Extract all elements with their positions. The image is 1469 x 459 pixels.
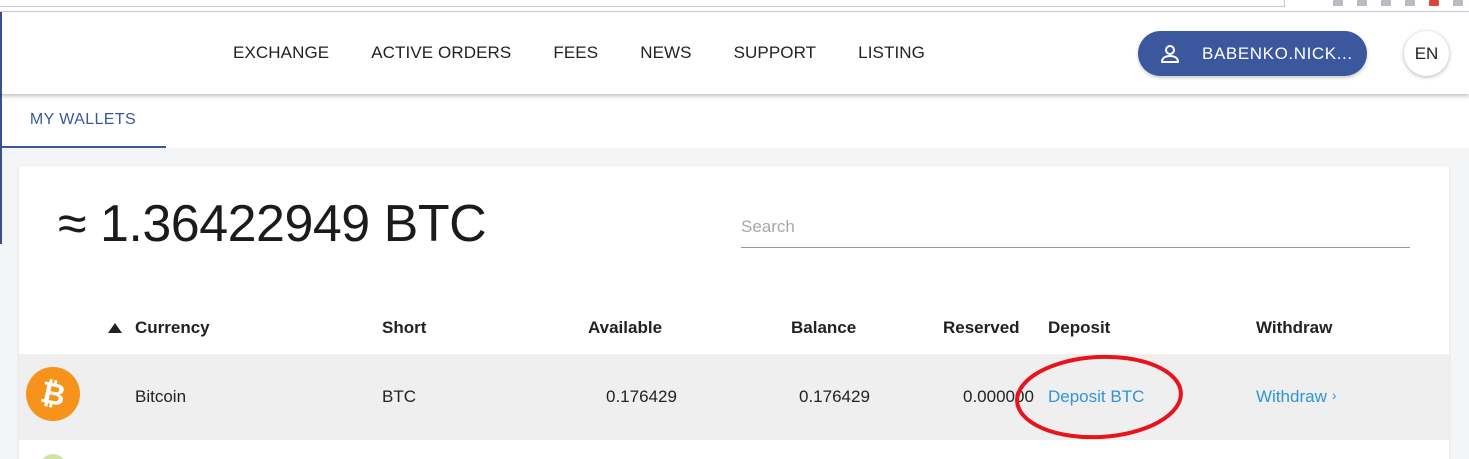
chevron-right-icon[interactable]: ›: [1332, 387, 1337, 403]
column-header-deposit: Deposit: [1048, 318, 1111, 337]
column-header-short[interactable]: Short: [382, 318, 426, 338]
extension-icon[interactable]: [1333, 0, 1343, 6]
nav-listing[interactable]: LISTING: [837, 43, 946, 63]
total-balance: ≈ 1.36422949 BTC: [58, 195, 487, 253]
nav-exchange[interactable]: EXCHANGE: [212, 43, 350, 63]
user-menu-button[interactable]: BABENKO.NICK...: [1138, 31, 1367, 76]
browser-extension-tray: [1333, 0, 1463, 6]
extension-icon[interactable]: [1405, 0, 1415, 6]
wallets-card: ≈ 1.36422949 BTC Currency Short Availabl…: [19, 166, 1449, 459]
main-nav: EXCHANGE ACTIVE ORDERS FEES NEWS SUPPORT…: [212, 12, 946, 94]
tab-bar: MY WALLETS: [0, 94, 1469, 148]
cell-reserved: 0.000000: [963, 387, 1034, 406]
cell-short: BTC: [382, 387, 416, 406]
left-accent-border: [0, 94, 2, 244]
withdraw-link[interactable]: Withdraw: [1256, 387, 1327, 406]
extension-icon[interactable]: [1357, 0, 1367, 6]
cell-balance: 0.176429: [799, 387, 870, 406]
cell-currency: Bitcoin: [135, 387, 187, 406]
extension-icon[interactable]: [1381, 0, 1391, 6]
address-bar[interactable]: [0, 0, 1285, 7]
cell-available: 0.176429: [606, 387, 677, 406]
column-header-withdraw: Withdraw: [1256, 318, 1333, 337]
next-row-coin-icon: [40, 454, 66, 459]
user-name: BABENKO.NICK...: [1202, 43, 1353, 63]
column-header-currency[interactable]: Currency: [135, 318, 210, 338]
user-icon: [1161, 44, 1179, 63]
nav-support[interactable]: SUPPORT: [713, 43, 838, 63]
column-header-balance[interactable]: Balance: [791, 318, 856, 338]
sort-ascending-icon[interactable]: [108, 323, 122, 333]
deposit-btc-link[interactable]: Deposit BTC: [1048, 387, 1144, 407]
nav-active-orders[interactable]: ACTIVE ORDERS: [350, 43, 532, 63]
nav-news[interactable]: NEWS: [619, 43, 712, 63]
extension-icon[interactable]: [1429, 0, 1439, 6]
language-button[interactable]: EN: [1404, 31, 1449, 76]
search-input[interactable]: [741, 206, 1410, 248]
browser-strip: [0, 0, 1469, 12]
tab-my-wallets[interactable]: MY WALLETS: [0, 94, 166, 148]
menu-icon[interactable]: [1453, 0, 1463, 6]
top-header: EXCHANGE ACTIVE ORDERS FEES NEWS SUPPORT…: [0, 12, 1469, 94]
nav-fees[interactable]: FEES: [532, 43, 619, 63]
table-row: ₿ Bitcoin BTC 0.176429 0.176429 0.000000…: [19, 354, 1449, 440]
bitcoin-icon: ₿: [26, 367, 80, 421]
column-header-reserved[interactable]: Reserved: [943, 318, 1020, 338]
column-header-available[interactable]: Available: [588, 318, 662, 338]
withdraw-cell: Withdraw ›: [1256, 387, 1337, 407]
